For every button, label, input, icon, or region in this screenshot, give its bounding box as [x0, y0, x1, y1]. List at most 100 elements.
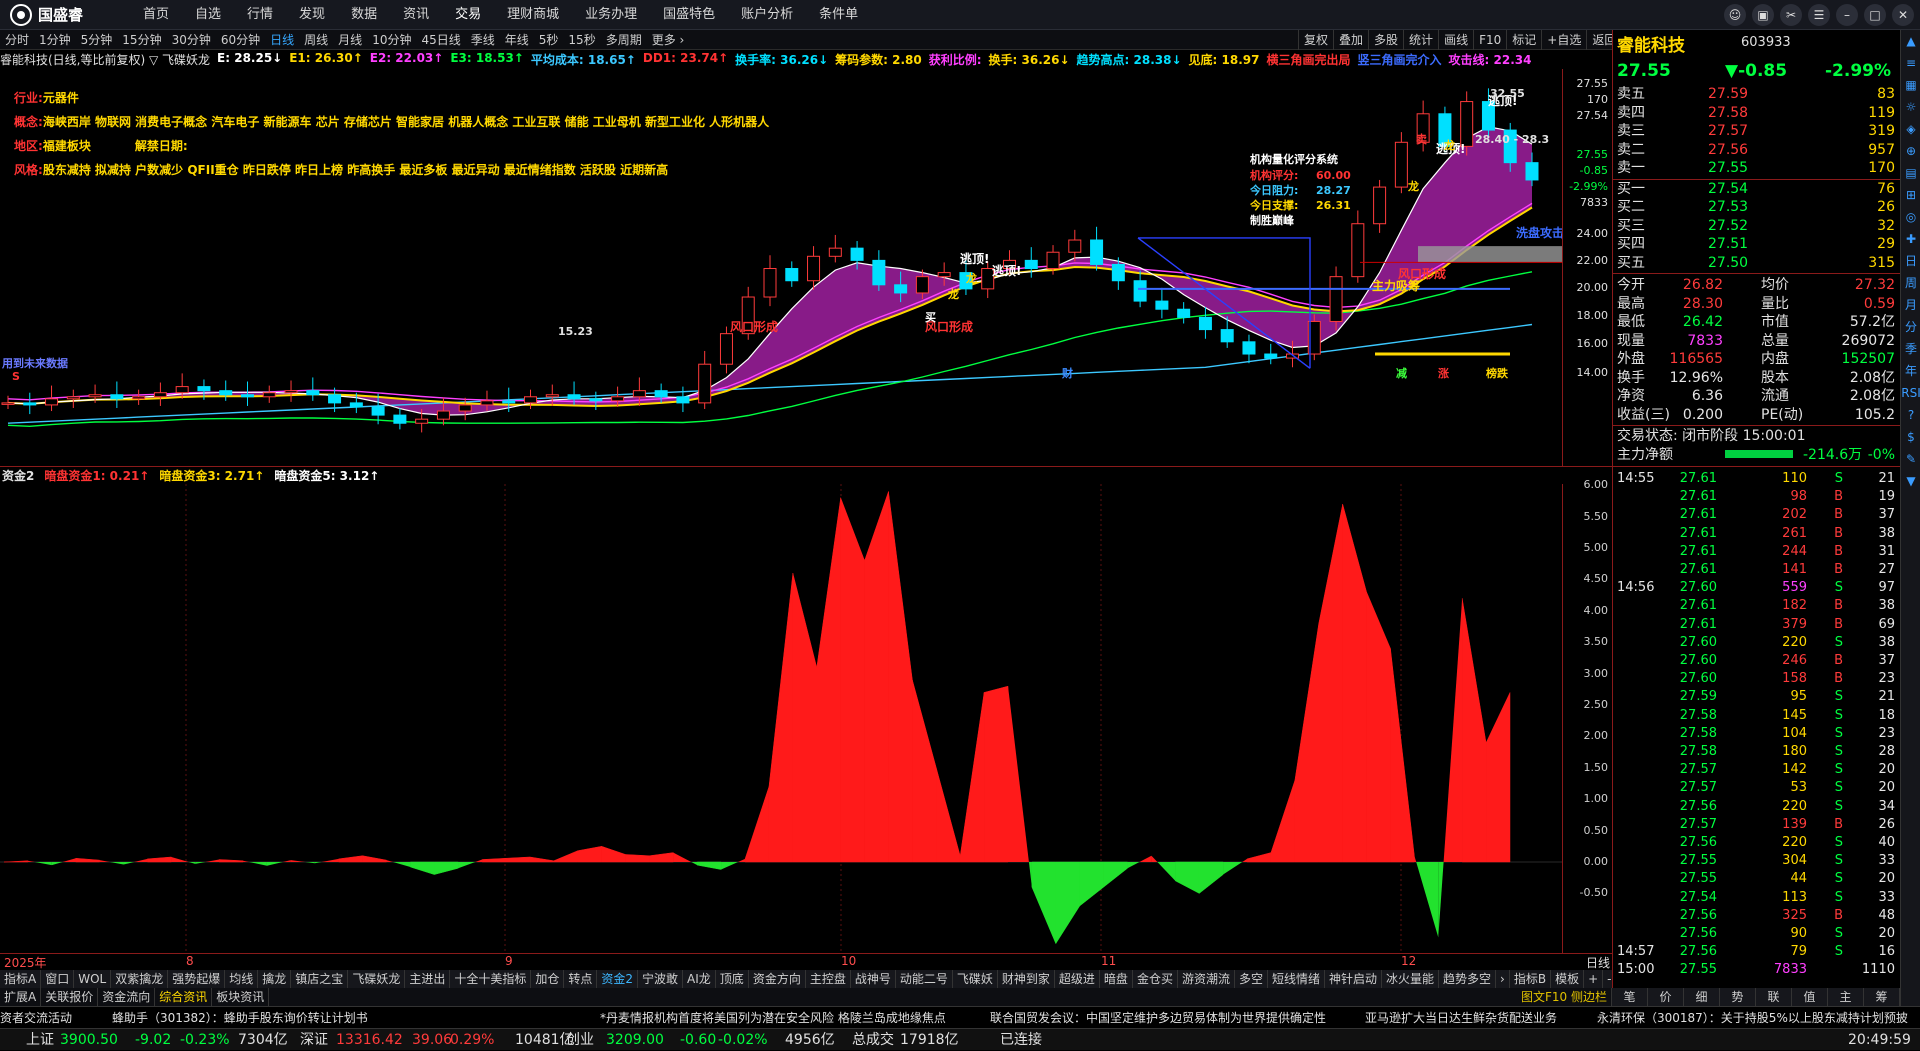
- menu-item[interactable]: 资讯: [390, 0, 442, 30]
- f10-sidebar-link[interactable]: 图文F10 侧边栏: [1517, 988, 1612, 1006]
- order-book-row[interactable]: 买三 27.52 32: [1613, 217, 1901, 235]
- indicator-tab[interactable]: 转点: [564, 970, 598, 988]
- minimize-icon[interactable]: –: [1836, 4, 1858, 26]
- news-item[interactable]: 联合国贸发会议：中国坚定维护多边贸易体制为世界提供确定性: [990, 1007, 1326, 1028]
- period-tab[interactable]: 15秒: [563, 31, 600, 48]
- indicator-tab[interactable]: 擒龙: [258, 970, 292, 988]
- order-book-row[interactable]: 卖三 27.57 319: [1613, 122, 1901, 140]
- quote-panel-tab[interactable]: 筹: [1864, 988, 1900, 1006]
- indicator-tab[interactable]: 加仓: [531, 970, 565, 988]
- period-tab[interactable]: 月线: [333, 31, 367, 48]
- indicator-tab[interactable]: 窗口: [41, 970, 75, 988]
- order-book-row[interactable]: 买四 27.51 29: [1613, 235, 1901, 253]
- menu-item[interactable]: 发现: [286, 0, 338, 30]
- footer-tab[interactable]: 关联报价: [41, 988, 99, 1006]
- menu-item[interactable]: 业务办理: [572, 0, 650, 30]
- period-tab[interactable]: 季线: [466, 31, 500, 48]
- side-tool-icon[interactable]: ◈: [1901, 118, 1920, 140]
- order-book-row[interactable]: 卖五 27.59 83: [1613, 85, 1901, 103]
- close-icon[interactable]: ✕: [1892, 4, 1914, 26]
- period-tab[interactable]: 日线: [265, 31, 299, 48]
- menu-item[interactable]: 首页: [130, 0, 182, 30]
- toolbar-button[interactable]: 标记: [1506, 30, 1541, 50]
- period-tab[interactable]: 10分钟: [367, 31, 416, 48]
- news-item[interactable]: *丹麦情报机构首度将美国列为潜在安全风险 格陵兰岛成地缘焦点: [600, 1007, 946, 1028]
- indicator-tab[interactable]: 动能二号: [896, 970, 953, 988]
- side-tool-icon[interactable]: ⊞: [1901, 184, 1920, 206]
- indicator-tab[interactable]: 宁波敢: [638, 970, 684, 988]
- side-tool-icon[interactable]: ▤: [1901, 162, 1920, 184]
- quote-panel-tab[interactable]: 势: [1720, 988, 1756, 1006]
- indicator-tab[interactable]: 十全十美指标: [450, 970, 532, 988]
- side-tool-icon[interactable]: $: [1901, 426, 1920, 448]
- menu-item[interactable]: 行情: [234, 0, 286, 30]
- indicator-tab[interactable]: 强势起爆: [168, 970, 226, 988]
- skin-icon[interactable]: ▣: [1752, 4, 1774, 26]
- period-tab[interactable]: 60分钟: [216, 31, 265, 48]
- period-tab[interactable]: 15分钟: [117, 31, 166, 48]
- quote-panel-tab[interactable]: 笔: [1612, 988, 1648, 1006]
- news-item[interactable]: 亚马逊扩大当日达生鲜杂货配送业务: [1365, 1007, 1557, 1028]
- side-tool-icon[interactable]: ☼: [1901, 96, 1920, 118]
- indicator-tab[interactable]: 战神号: [851, 970, 896, 988]
- indicator-tab[interactable]: +: [1584, 970, 1604, 988]
- side-tool-icon[interactable]: ✚: [1901, 228, 1920, 250]
- toolbar-button[interactable]: 多股: [1368, 30, 1403, 50]
- indicator-tab[interactable]: 资金2: [597, 970, 639, 988]
- quote-panel-tab[interactable]: 主: [1828, 988, 1864, 1006]
- settings-icon[interactable]: ✂: [1780, 4, 1802, 26]
- quote-panel-tab[interactable]: 细: [1684, 988, 1720, 1006]
- footer-tab[interactable]: 扩展A: [0, 988, 42, 1006]
- indicator-tab[interactable]: 游资潮流: [1178, 970, 1235, 988]
- menu-icon[interactable]: ☰: [1808, 4, 1830, 26]
- quote-panel-tab[interactable]: 价: [1648, 988, 1684, 1006]
- order-book-row[interactable]: 卖一 27.55 170: [1613, 159, 1901, 177]
- side-tool-icon[interactable]: ⊕: [1901, 140, 1920, 162]
- toolbar-button[interactable]: 统计: [1403, 30, 1438, 50]
- indicator-tab[interactable]: 均线: [225, 970, 259, 988]
- side-tool-icon[interactable]: ▦: [1901, 74, 1920, 96]
- period-tab[interactable]: 更多 ›: [647, 31, 690, 48]
- order-book-row[interactable]: 买二 27.53 26: [1613, 198, 1901, 216]
- side-tool-icon[interactable]: ≡: [1901, 52, 1920, 74]
- news-item[interactable]: 蜂助手（301382）：蜂助手股东询价转让计划书: [112, 1007, 368, 1028]
- indicator-tab[interactable]: AI龙: [683, 970, 716, 988]
- period-tab[interactable]: 多周期: [601, 31, 647, 48]
- side-tool-icon[interactable]: ✎: [1901, 448, 1920, 470]
- side-tool-icon[interactable]: 季: [1901, 338, 1920, 360]
- toolbar-button[interactable]: 复权: [1298, 30, 1333, 50]
- menu-item[interactable]: 交易: [442, 0, 494, 30]
- period-tab[interactable]: 5秒: [534, 31, 564, 48]
- side-tool-icon[interactable]: 分: [1901, 316, 1920, 338]
- indicator-tab[interactable]: 飞碟妖龙: [348, 970, 406, 988]
- footer-tab[interactable]: 资金流向: [98, 988, 156, 1006]
- menu-item[interactable]: 条件单: [806, 0, 871, 30]
- candlestick-chart[interactable]: 逃顶!逃顶!逃顶!逃顶!龙龙龙龙15.2332.55风口形成 风口形成风口形成主力…: [0, 69, 1562, 466]
- indicator-tab[interactable]: 飞碟妖: [953, 970, 998, 988]
- indicator-tab[interactable]: 暗盘: [1100, 970, 1133, 988]
- indicator-tab[interactable]: 金仓买: [1133, 970, 1178, 988]
- indicator-tab[interactable]: 指标B: [1510, 970, 1552, 988]
- indicator-tab[interactable]: 镇店之宝: [291, 970, 349, 988]
- indicator-tab[interactable]: -: [1603, 970, 1612, 988]
- fund-flow-chart[interactable]: [0, 484, 1562, 953]
- period-tab[interactable]: 5分钟: [76, 31, 118, 48]
- indicator-tab[interactable]: 双紫擒龙: [111, 970, 169, 988]
- menu-item[interactable]: 账户分析: [728, 0, 806, 30]
- indicator-tab[interactable]: 多空: [1235, 970, 1268, 988]
- indicator-tab[interactable]: ›: [1496, 970, 1510, 988]
- quote-panel-tab[interactable]: 值: [1792, 988, 1828, 1006]
- toolbar-button[interactable]: 叠加: [1333, 30, 1368, 50]
- indicator-tab[interactable]: 冰火量能: [1382, 970, 1440, 988]
- indicator-tab[interactable]: 指标A: [0, 970, 42, 988]
- indicator-tab[interactable]: 超级进: [1055, 970, 1100, 988]
- indicator-tab[interactable]: 短线情绪: [1268, 970, 1325, 988]
- period-tab[interactable]: 分时: [0, 31, 34, 48]
- side-tool-icon[interactable]: 月: [1901, 294, 1920, 316]
- menu-item[interactable]: 数据: [338, 0, 390, 30]
- message-icon[interactable]: ☺: [1724, 4, 1746, 26]
- indicator-tab[interactable]: 模板: [1551, 970, 1585, 988]
- side-tool-icon[interactable]: ▼: [1901, 470, 1920, 492]
- indicator-tab[interactable]: 财神到家: [998, 970, 1055, 988]
- maximize-icon[interactable]: □: [1864, 4, 1886, 26]
